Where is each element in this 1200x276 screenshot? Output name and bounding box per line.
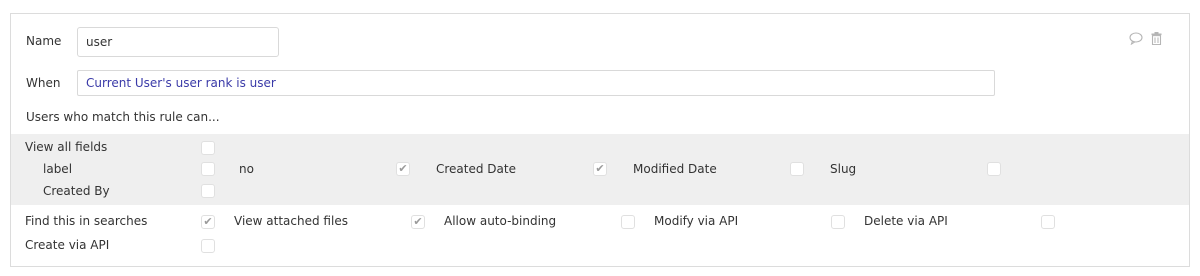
comment-icon[interactable] — [1129, 31, 1143, 45]
perm-modify-via-api-label: Modify via API — [654, 214, 739, 228]
perm-create-via-api-label: Create via API — [25, 238, 110, 252]
field-label-checkbox[interactable] — [201, 162, 215, 176]
perm-modify-via-api-checkbox[interactable] — [831, 215, 845, 229]
field-created-by-checkbox[interactable] — [201, 184, 215, 198]
when-condition-field[interactable]: Current User's user rank is user — [77, 70, 995, 96]
field-no-checkbox[interactable]: ✔ — [396, 162, 410, 176]
trash-icon[interactable] — [1149, 31, 1163, 45]
view-fields-section: View all fields label no ✔ Created Date … — [11, 134, 1189, 205]
perm-view-attached-files-label: View attached files — [234, 214, 348, 228]
perm-create-via-api-checkbox[interactable] — [201, 239, 215, 253]
rule-name-input[interactable]: user — [77, 27, 279, 57]
perm-find-in-searches-checkbox[interactable]: ✔ — [201, 215, 215, 229]
field-modified-date-checkbox[interactable] — [790, 162, 804, 176]
perm-delete-via-api-label: Delete via API — [864, 214, 948, 228]
field-created-by-label: Created By — [43, 184, 110, 198]
perm-delete-via-api-checkbox[interactable] — [1041, 215, 1055, 229]
privacy-rule-panel: Name user When Current User's user rank … — [10, 13, 1190, 267]
when-condition-value: Current User's user rank is user — [86, 76, 276, 90]
field-slug-checkbox[interactable] — [987, 162, 1001, 176]
perm-view-attached-files-checkbox[interactable]: ✔ — [411, 215, 425, 229]
perm-allow-auto-binding-checkbox[interactable] — [621, 215, 635, 229]
field-slug-label: Slug — [830, 162, 857, 176]
users-match-text: Users who match this rule can... — [26, 110, 220, 124]
view-all-fields-checkbox[interactable] — [201, 141, 215, 155]
field-modified-date-label: Modified Date — [633, 162, 717, 176]
name-label: Name — [26, 34, 62, 48]
perm-find-in-searches-label: Find this in searches — [25, 214, 148, 228]
field-created-date-label: Created Date — [436, 162, 516, 176]
field-created-date-checkbox[interactable]: ✔ — [593, 162, 607, 176]
when-label: When — [26, 76, 61, 90]
view-all-fields-label: View all fields — [25, 140, 108, 154]
field-no-label: no — [239, 162, 254, 176]
rule-name-value: user — [86, 35, 113, 49]
perm-allow-auto-binding-label: Allow auto-binding — [444, 214, 557, 228]
field-label-label: label — [43, 162, 73, 176]
